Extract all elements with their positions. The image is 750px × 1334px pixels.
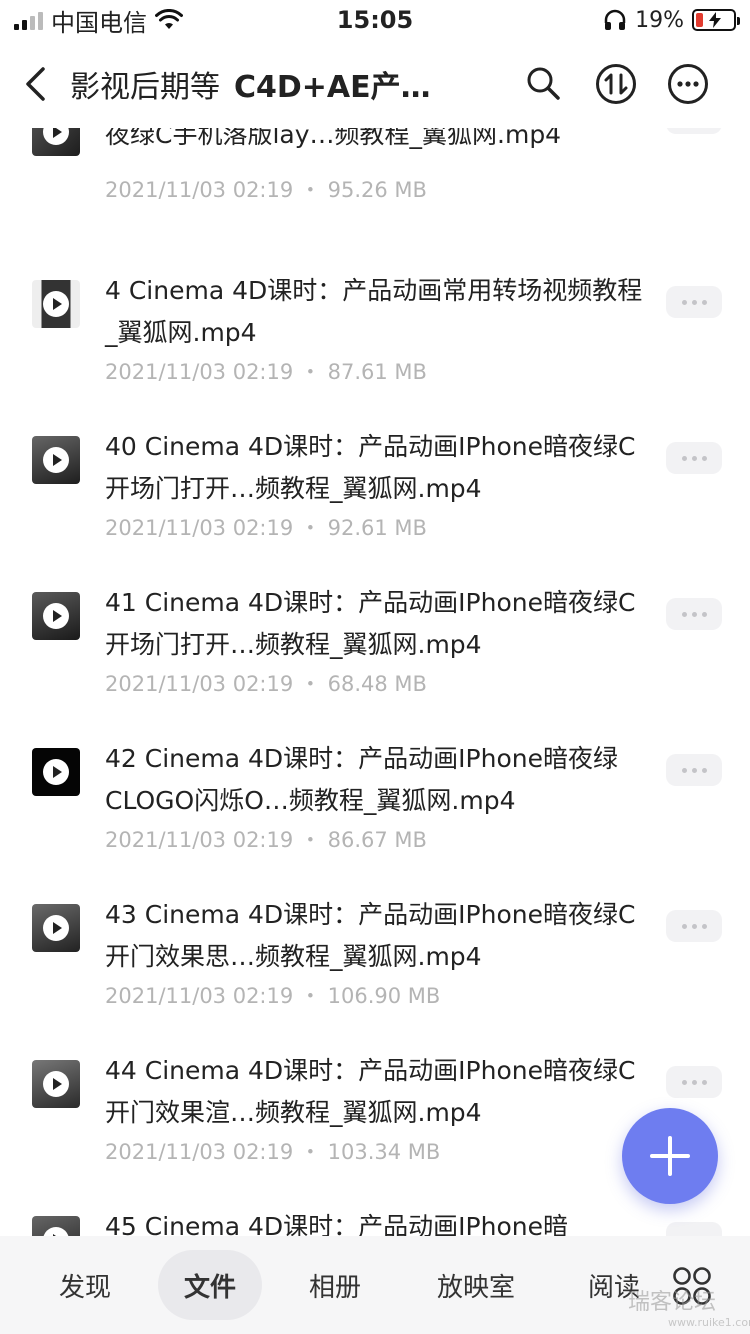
transfer-icon (596, 64, 636, 104)
header-actions (522, 62, 750, 106)
list-item[interactable]: 4 Cinema 4D课时：产品动画常用转场视频教程_翼狐网.mp4 2021/… (0, 270, 750, 426)
play-icon (43, 291, 69, 317)
video-thumbnail (32, 592, 80, 640)
file-name-line2: 夜绿C手机落版lay…频教程_翼狐网.mp4 (105, 128, 562, 149)
video-thumbnail (32, 436, 80, 484)
page-title: C4D+AE产… (234, 70, 431, 105)
file-meta: 2021/11/03 02:19 ・ 106.90 MB (105, 984, 441, 1008)
plus-icon (650, 1136, 690, 1176)
more-button[interactable] (666, 62, 710, 106)
file-meta: 2021/11/03 02:19 ・ 103.34 MB (105, 1140, 441, 1164)
tab-files[interactable]: 文件 (158, 1250, 262, 1320)
battery-percent: 19% (635, 7, 684, 33)
status-bar: 中国电信 15:05 19% (0, 0, 750, 40)
headphones-icon (604, 9, 626, 30)
breadcrumb: 影视后期等 C4D+AE产… (70, 62, 522, 106)
play-icon (43, 603, 69, 629)
item-more-button[interactable] (666, 910, 722, 942)
search-icon (527, 67, 560, 100)
play-icon (43, 759, 69, 785)
status-right: 19% (603, 7, 740, 33)
more-icon (668, 64, 708, 104)
file-name: 43 Cinema 4D课时：产品动画IPhone暗夜绿C开门效果思…频教程_翼… (105, 900, 636, 971)
play-icon (43, 128, 69, 145)
battery-level-fill (696, 13, 703, 27)
file-name: 41 Cinema 4D课时：产品动画IPhone暗夜绿C开场门打开…频教程_翼… (105, 588, 636, 659)
list-item[interactable]: 夜绿C手机落版lay…频教程_翼狐网.mp4 2021/11/03 02:19 … (0, 128, 750, 242)
list-item[interactable]: 40 Cinema 4D课时：产品动画IPhone暗夜绿C开场门打开…频教程_翼… (0, 426, 750, 582)
charging-bolt-icon (709, 12, 721, 28)
nav-header: 影视后期等 C4D+AE产… (0, 40, 750, 128)
file-name: 45 Cinema 4D课时：产品动画IPhone暗 (105, 1212, 568, 1236)
video-thumbnail (32, 1216, 80, 1236)
play-icon (43, 1071, 69, 1097)
tab-albums[interactable]: 相册 (290, 1250, 380, 1320)
back-button[interactable] (0, 40, 70, 128)
list-item[interactable]: 42 Cinema 4D课时：产品动画IPhone暗夜绿CLOGO闪烁O…频教程… (0, 738, 750, 894)
item-more-button[interactable] (666, 1066, 722, 1098)
file-name: 40 Cinema 4D课时：产品动画IPhone暗夜绿C开场门打开…频教程_翼… (105, 432, 636, 503)
file-meta: 2021/11/03 02:19 ・ 95.26 MB (105, 178, 427, 202)
file-list: 夜绿C手机落版lay…频教程_翼狐网.mp4 2021/11/03 02:19 … (0, 128, 750, 1236)
battery-icon (692, 9, 740, 31)
list-item[interactable]: 43 Cinema 4D课时：产品动画IPhone暗夜绿C开门效果思…频教程_翼… (0, 894, 750, 1050)
item-more-button[interactable] (666, 442, 722, 474)
play-icon (43, 447, 69, 473)
tab-theater[interactable]: 放映室 (420, 1250, 532, 1320)
watermark: 瑞客论坛 (628, 1290, 717, 1315)
list-item[interactable]: 45 Cinema 4D课时：产品动画IPhone暗 (0, 1206, 750, 1236)
file-name: 42 Cinema 4D课时：产品动画IPhone暗夜绿CLOGO闪烁O…频教程… (105, 744, 618, 815)
chevron-left-icon (26, 67, 45, 101)
transfer-button[interactable] (594, 62, 638, 106)
list-item[interactable]: 41 Cinema 4D课时：产品动画IPhone暗夜绿C开场门打开…频教程_翼… (0, 582, 750, 738)
status-left: 中国电信 (14, 3, 183, 38)
file-meta: 2021/11/03 02:19 ・ 87.61 MB (105, 360, 427, 384)
play-icon (43, 915, 69, 941)
video-thumbnail (32, 748, 80, 796)
breadcrumb-folder[interactable]: 影视后期等 (70, 62, 220, 106)
item-more-button[interactable] (666, 754, 722, 786)
file-meta: 2021/11/03 02:19 ・ 86.67 MB (105, 828, 427, 852)
item-more-button[interactable] (666, 128, 722, 134)
video-thumbnail (32, 904, 80, 952)
play-icon (43, 1227, 69, 1236)
tab-discover[interactable]: 发现 (40, 1250, 130, 1320)
file-meta: 2021/11/03 02:19 ・ 92.61 MB (105, 516, 427, 540)
video-thumbnail (32, 1060, 80, 1108)
wifi-icon (155, 9, 183, 29)
file-name: 44 Cinema 4D课时：产品动画IPhone暗夜绿C开门效果渲…频教程_翼… (105, 1056, 636, 1127)
item-more-button[interactable] (666, 598, 722, 630)
video-thumbnail (32, 280, 80, 328)
file-meta: 2021/11/03 02:19 ・ 68.48 MB (105, 672, 427, 696)
watermark-url: www.ruike1.com (668, 1316, 750, 1329)
item-more-button[interactable] (666, 286, 722, 318)
add-button[interactable] (622, 1108, 718, 1204)
search-button[interactable] (522, 62, 566, 106)
file-name: 4 Cinema 4D课时：产品动画常用转场视频教程_翼狐网.mp4 (105, 276, 643, 347)
carrier-label: 中国电信 (51, 8, 147, 37)
video-thumbnail (32, 128, 80, 156)
item-more-button[interactable] (666, 1222, 722, 1236)
signal-icon (14, 10, 43, 30)
